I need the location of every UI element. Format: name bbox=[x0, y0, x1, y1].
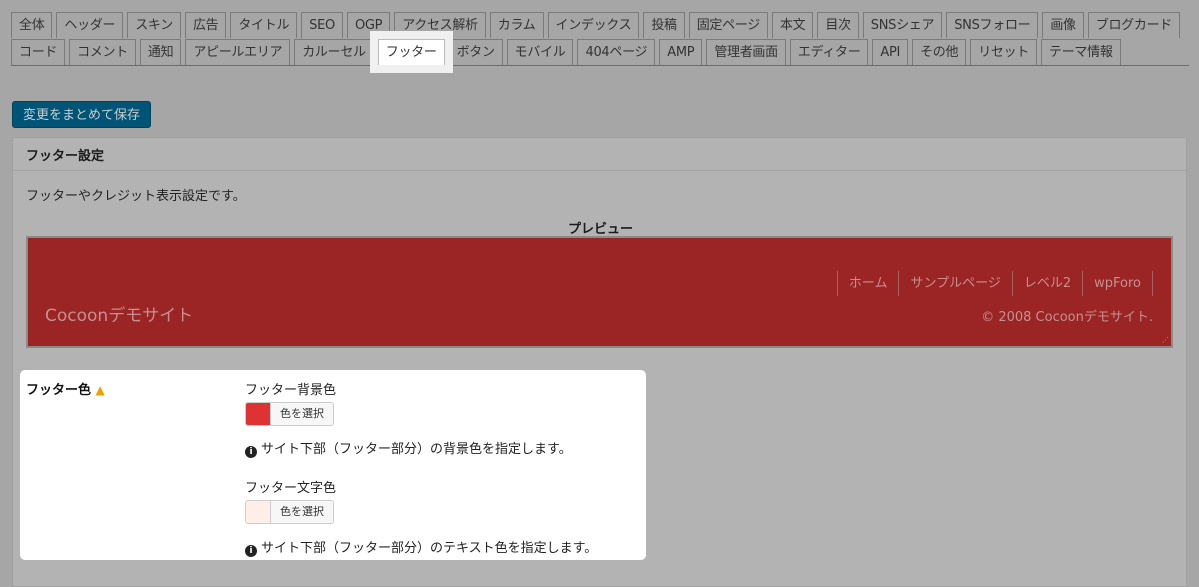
tab-item[interactable]: インデックス bbox=[547, 12, 640, 38]
tab-item[interactable]: テーマ情報 bbox=[1041, 39, 1121, 65]
tab-item[interactable]: 全体 bbox=[11, 12, 53, 38]
preview-nav-item[interactable]: レベル2 bbox=[1013, 271, 1084, 296]
resize-grip-icon[interactable]: ⋰ bbox=[1162, 337, 1169, 344]
color-swatch bbox=[246, 501, 270, 523]
preview-nav-item[interactable]: サンプルページ bbox=[899, 271, 1013, 296]
panel-description: フッターやクレジット表示設定です。 bbox=[26, 189, 246, 204]
tab-item[interactable]: フッター bbox=[377, 39, 445, 65]
tab-item[interactable]: アクセス解析 bbox=[394, 12, 486, 38]
tab-item[interactable]: 404ページ bbox=[577, 39, 656, 65]
tab-item[interactable]: 通知 bbox=[139, 39, 182, 65]
tab-item[interactable]: 目次 bbox=[817, 12, 859, 38]
warning-icon: ▲ bbox=[95, 383, 105, 397]
tab-item[interactable]: OGP bbox=[346, 12, 391, 38]
tab-item[interactable]: ボタン bbox=[448, 39, 503, 65]
color-swatch bbox=[246, 403, 270, 425]
footer-text-color-label: フッター文字色 bbox=[245, 481, 337, 496]
tab-item[interactable]: モバイル bbox=[506, 39, 574, 65]
footer-text-help: i サイト下部（フッター部分）のテキスト色を指定します。 bbox=[245, 537, 597, 557]
footer-preview: Cocoonデモサイト ホーム サンプルページ レベル2 wpForo © 20… bbox=[26, 236, 1173, 348]
settings-tabs: 全体 ヘッダー スキン 広告 タイトル SEO OGP アクセス解析 カラム インデックス 投稿 固定… bbox=[11, 12, 1189, 66]
footer-bg-color-label: フッター背景色 bbox=[245, 383, 337, 398]
tab-item[interactable]: 固定ページ bbox=[688, 12, 768, 38]
save-all-button[interactable]: 変更をまとめて保存 bbox=[12, 101, 152, 128]
preview-label: プレビュー bbox=[567, 222, 633, 237]
tab-item[interactable]: カルーセル bbox=[294, 39, 374, 65]
tab-item[interactable]: 投稿 bbox=[643, 12, 685, 38]
footer-color-section: フッター色 ▲ フッター背景色 色を選択 i サイト下部（フッター部分）の背景色を… bbox=[20, 370, 646, 560]
tab-item[interactable]: AMP bbox=[659, 39, 703, 65]
footer-bg-help: i サイト下部（フッター部分）の背景色を指定します。 bbox=[245, 438, 572, 458]
tab-item[interactable]: 広告 bbox=[184, 12, 227, 38]
tab-item[interactable]: SEO bbox=[301, 12, 343, 38]
tab-item[interactable]: スキン bbox=[127, 12, 181, 38]
tab-item[interactable]: API bbox=[872, 39, 909, 65]
preview-site-name: Cocoonデモサイト bbox=[45, 306, 194, 326]
panel-title: フッター設定 bbox=[13, 138, 1186, 171]
tab-item[interactable]: 画像 bbox=[1042, 12, 1084, 38]
tab-item[interactable]: 本文 bbox=[771, 12, 814, 38]
footer-text-color-picker[interactable]: 色を選択 bbox=[245, 500, 334, 524]
tab-item[interactable]: ブログカード bbox=[1087, 12, 1180, 38]
tab-item[interactable]: カラム bbox=[489, 12, 544, 38]
select-color-button[interactable]: 色を選択 bbox=[270, 403, 333, 425]
tab-item[interactable]: タイトル bbox=[230, 12, 298, 38]
tab-item[interactable]: リセット bbox=[970, 39, 1038, 65]
tab-item[interactable]: SNSシェア bbox=[862, 12, 943, 38]
tab-item[interactable]: SNSフォロー bbox=[946, 12, 1039, 38]
preview-nav-item[interactable]: ホーム bbox=[838, 271, 900, 296]
preview-nav-item[interactable]: wpForo bbox=[1083, 271, 1153, 296]
tab-item[interactable]: エディター bbox=[789, 39, 869, 65]
info-icon: i bbox=[245, 446, 257, 458]
footer-color-label: フッター色 ▲ bbox=[26, 383, 105, 398]
tab-item[interactable]: その他 bbox=[912, 39, 967, 65]
tab-item[interactable]: コード bbox=[11, 39, 66, 65]
tab-item[interactable]: ヘッダー bbox=[56, 12, 124, 38]
tab-item[interactable]: 管理者画面 bbox=[706, 39, 786, 65]
preview-copyright: © 2008 Cocoonデモサイト. bbox=[981, 310, 1153, 325]
select-color-button[interactable]: 色を選択 bbox=[270, 501, 333, 523]
preview-footer-nav: ホーム サンプルページ レベル2 wpForo bbox=[836, 271, 1153, 296]
tab-item[interactable]: アピールエリア bbox=[185, 39, 291, 65]
info-icon: i bbox=[245, 545, 257, 557]
footer-bg-color-picker[interactable]: 色を選択 bbox=[245, 402, 334, 426]
tab-item[interactable]: コメント bbox=[69, 39, 136, 65]
